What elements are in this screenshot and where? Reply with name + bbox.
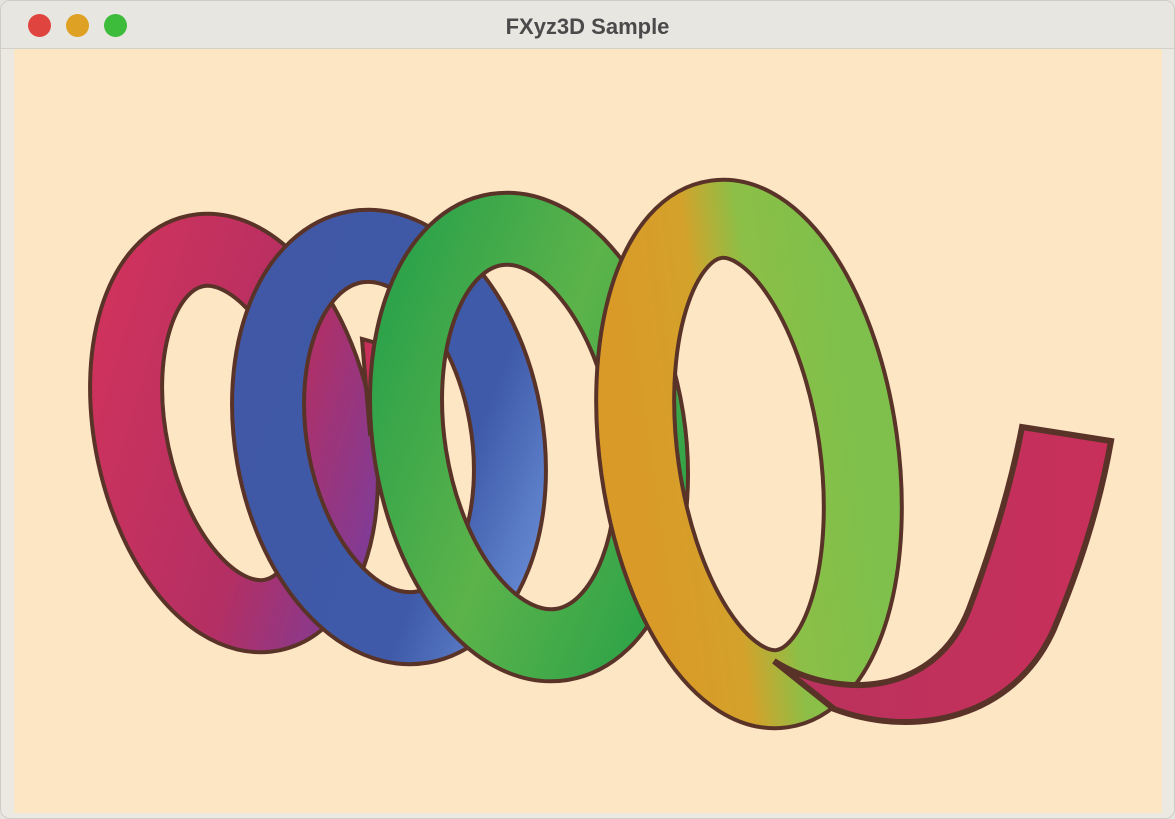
title-bar[interactable]: FXyz3D Sample	[1, 1, 1174, 49]
3d-viewport[interactable]	[14, 49, 1162, 813]
spring-helix-render[interactable]	[14, 49, 1162, 813]
window-title: FXyz3D Sample	[505, 14, 670, 39]
app-window: FXyz3D Sample	[0, 0, 1175, 819]
